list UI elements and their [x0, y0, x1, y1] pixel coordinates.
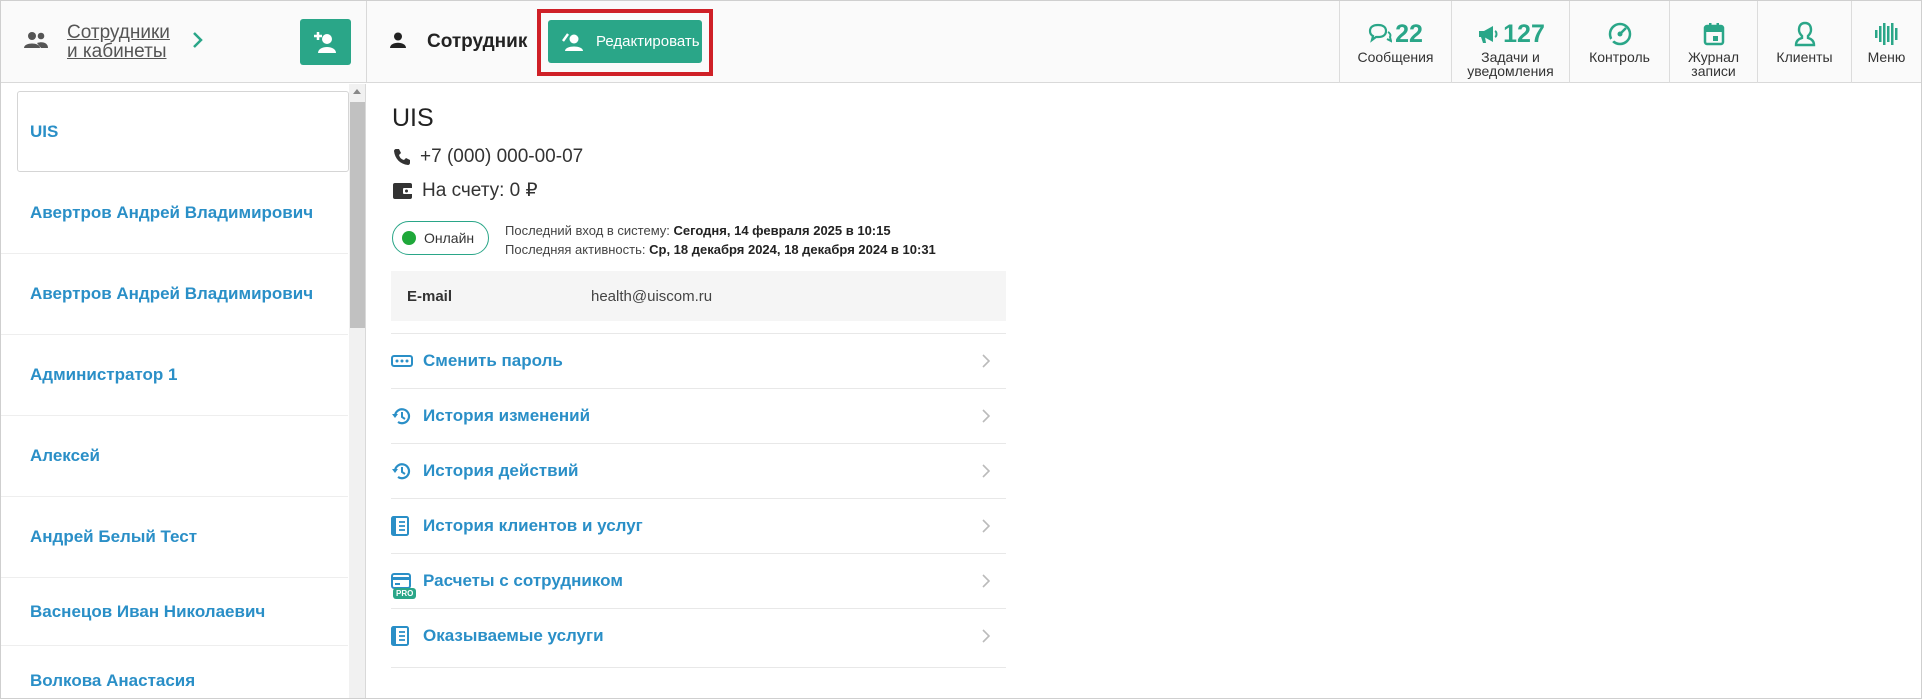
calendar-icon: [1703, 23, 1724, 46]
chevron-right-icon: [982, 464, 990, 478]
scroll-thumb[interactable]: [350, 102, 365, 328]
chevron-right-icon: [982, 409, 990, 423]
scroll-up-icon[interactable]: [353, 89, 361, 94]
list-book-icon: [391, 516, 409, 536]
list-item[interactable]: Администратор 1: [1, 335, 348, 416]
nav-control[interactable]: Контроль: [1569, 1, 1669, 83]
client-person-icon: [1794, 21, 1815, 47]
journal-label-line2: записи: [1691, 63, 1736, 79]
add-employee-button[interactable]: [300, 19, 351, 65]
list-item[interactable]: Авертров Андрей Владимирович: [1, 173, 348, 254]
menu-label: Меню: [1867, 49, 1906, 65]
wallet-icon: [393, 182, 413, 199]
password-icon: [391, 355, 413, 367]
chevron-right-icon: [982, 354, 990, 368]
chevron-right-icon: [982, 574, 990, 588]
online-status-label: Онлайн: [424, 230, 475, 246]
last-login-label: Последний вход в систему:: [505, 223, 670, 238]
chevron-right-icon: [982, 519, 990, 533]
email-key: E-mail: [407, 287, 453, 305]
list-item[interactable]: UIS: [17, 91, 349, 172]
journal-label: Журнал записи: [1688, 50, 1739, 78]
list-item[interactable]: Авертров Андрей Владимирович: [1, 254, 348, 335]
edit-button-label: Редактировать: [596, 33, 700, 50]
staff-and-rooms-link[interactable]: Сотрудники и кабинеты: [67, 23, 170, 61]
client-history-label: История клиентов и услуг: [423, 516, 643, 535]
nav-messages[interactable]: 22 Сообщения: [1339, 1, 1451, 83]
employee-payments-label: Расчеты с сотрудником: [423, 571, 623, 590]
last-activity-value: Ср, 18 декабря 2024, 18 декабря 2024 в 1…: [649, 242, 936, 257]
chat-bubbles-icon: [1368, 23, 1393, 43]
staff-title-line1: Сотрудники: [67, 22, 170, 43]
menu-divider: [391, 667, 1006, 668]
email-value: health@uiscom.ru: [591, 287, 713, 305]
phone-icon: [394, 149, 410, 165]
tasks-label-line2: уведомления: [1467, 63, 1554, 79]
chevron-right-icon[interactable]: [191, 31, 203, 49]
tasks-label: Задачи и уведомления: [1467, 50, 1553, 78]
last-login-value: Сегодня, 14 февраля 2025 в 10:15: [673, 223, 891, 238]
history-icon: [392, 463, 411, 480]
edit-person-icon: [562, 32, 583, 51]
app-window: Сотрудники и кабинеты Сотрудник Редактир…: [0, 0, 1922, 699]
last-activity-label: Последняя активность:: [505, 242, 646, 257]
employee-name: UIS: [392, 104, 434, 132]
list-item[interactable]: Андрей Белый Тест: [1, 497, 348, 578]
balance-row: На счету: 0 ₽: [392, 179, 538, 202]
staff-title-line2: и кабинеты: [67, 41, 167, 62]
employee-list: UIS Авертров Андрей Владимирович Авертро…: [1, 84, 349, 698]
top-header: Сотрудники и кабинеты Сотрудник Редактир…: [1, 1, 1921, 83]
people-icon: [24, 32, 48, 48]
balance-text: На счету: 0 ₽: [422, 180, 538, 201]
nav-menu[interactable]: Меню: [1851, 1, 1921, 83]
client-history-link[interactable]: История клиентов и услуг: [391, 498, 1006, 553]
tasks-count: 127: [1503, 20, 1545, 48]
history-icon: [392, 408, 411, 425]
list-item[interactable]: Васнецов Иван Николаевич: [1, 578, 348, 646]
change-history-link[interactable]: История изменений: [391, 388, 1006, 443]
messages-label: Сообщения: [1357, 49, 1434, 65]
top-nav: 22 Сообщения 127 Задачи и уведомления Ко…: [1339, 1, 1921, 83]
nav-journal[interactable]: Журнал записи: [1669, 1, 1757, 83]
person-icon: [390, 32, 406, 48]
list-item[interactable]: Волкова Анастасия: [1, 646, 348, 698]
action-history-link[interactable]: История действий: [391, 443, 1006, 498]
megaphone-icon: [1479, 26, 1498, 43]
change-password-label: Сменить пароль: [423, 351, 563, 370]
phone-number: +7 (000) 000-00-07: [420, 146, 584, 167]
change-password-link[interactable]: Сменить пароль: [391, 333, 1006, 388]
staff-section-header: Сотрудники и кабинеты: [1, 1, 367, 83]
control-label: Контроль: [1589, 49, 1650, 65]
clients-label: Клиенты: [1776, 49, 1833, 65]
online-dot-icon: [402, 231, 416, 245]
messages-count: 22: [1395, 20, 1423, 48]
chevron-right-icon: [982, 629, 990, 643]
change-history-label: История изменений: [423, 406, 591, 425]
nav-clients[interactable]: Клиенты: [1757, 1, 1851, 83]
list-scrollbar[interactable]: [349, 84, 366, 698]
phone-row: +7 (000) 000-00-07: [392, 146, 583, 168]
card-icon: [391, 573, 411, 589]
online-status-badge: Онлайн: [392, 221, 489, 255]
list-book-icon: [391, 626, 409, 646]
pro-badge: PRO: [393, 588, 417, 599]
email-row: E-mail health@uiscom.ru: [391, 271, 1006, 321]
speedometer-icon: [1608, 22, 1631, 46]
action-history-label: История действий: [423, 461, 579, 480]
employee-payments-link[interactable]: PRO Расчеты с сотрудником: [391, 553, 1006, 608]
services-provided-link[interactable]: Оказываемые услуги: [391, 608, 1006, 663]
employee-title: Сотрудник: [427, 31, 528, 52]
activity-info: Последний вход в систему: Сегодня, 14 фе…: [505, 221, 936, 259]
employee-details: UIS +7 (000) 000-00-07 На счету: 0 ₽ Онл…: [367, 84, 1921, 698]
menu-logo-icon: [1874, 23, 1897, 45]
add-person-icon: [313, 32, 336, 53]
nav-tasks[interactable]: 127 Задачи и уведомления: [1451, 1, 1569, 83]
list-item[interactable]: Алексей: [1, 416, 348, 497]
services-provided-label: Оказываемые услуги: [423, 626, 604, 645]
edit-button[interactable]: Редактировать: [548, 20, 702, 63]
